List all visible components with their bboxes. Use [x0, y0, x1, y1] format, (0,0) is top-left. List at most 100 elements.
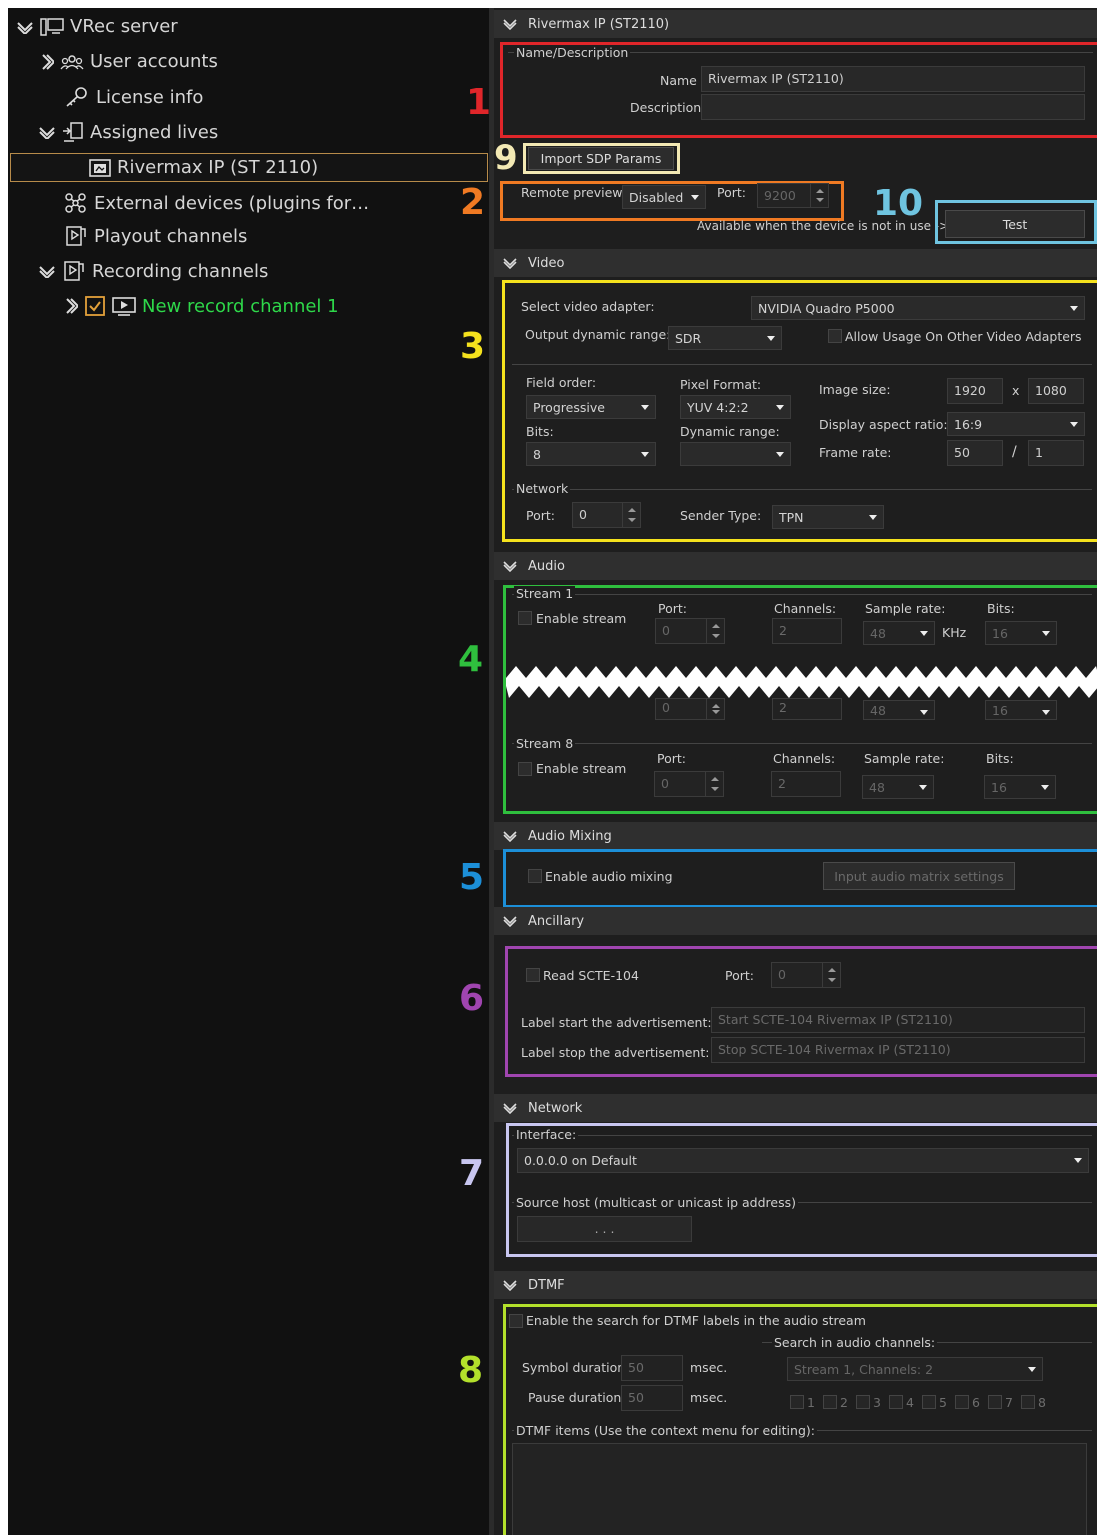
expand-chevron-icon[interactable] [38, 264, 56, 278]
image-width-field[interactable]: 1920 [947, 378, 1003, 404]
input-audio-matrix-button[interactable]: Input audio matrix settings [823, 862, 1015, 890]
chevron-right-icon[interactable] [40, 53, 54, 71]
stepper-arrows-icon[interactable] [622, 503, 640, 527]
allow-usage-checkbox[interactable] [828, 329, 842, 343]
stream8-bits-select[interactable]: 16 [984, 775, 1056, 799]
expand-chevron-icon[interactable] [38, 125, 56, 139]
stream1-sample-rate-select[interactable]: 48 [863, 621, 935, 645]
tree-node-server[interactable]: VRec server [16, 16, 178, 37]
ancillary-port-label: Port: [725, 968, 754, 983]
dtmf-items-list[interactable] [512, 1443, 1087, 1535]
stream-partial-sample-rate-select[interactable]: 48 [863, 700, 935, 720]
stream8-enable-checkbox[interactable] [518, 762, 532, 776]
dynamic-range-select[interactable] [680, 442, 791, 466]
dtmf-channel-4-checkbox[interactable] [889, 1395, 903, 1409]
import-sdp-button[interactable]: Import SDP Params [528, 147, 674, 170]
collapse-chevron-icon[interactable] [502, 560, 518, 572]
output-dynamic-range-select[interactable]: SDR [668, 326, 782, 350]
search-channels-select[interactable]: Stream 1, Channels: 2 [787, 1357, 1043, 1381]
pause-duration-field[interactable]: 50 [621, 1385, 683, 1411]
stepper-arrows-icon[interactable] [706, 619, 724, 643]
stream-partial-channels-field[interactable]: 2 [772, 698, 842, 720]
stepper-arrows-icon[interactable] [706, 699, 724, 719]
stream-partial-bits-select[interactable]: 16 [985, 700, 1057, 720]
stream8-channels-field[interactable]: 2 [771, 771, 841, 797]
stream8-port-stepper[interactable]: 0 [654, 771, 724, 797]
tree-node-new-record-channel[interactable]: New record channel 1 [64, 295, 339, 317]
dtmf-enable-checkbox[interactable] [509, 1314, 523, 1328]
image-height-field[interactable]: 1080 [1028, 378, 1084, 404]
bits-select[interactable]: 8 [526, 442, 656, 466]
dtmf-channel-8-checkbox[interactable] [1021, 1395, 1035, 1409]
bits-label: Bits: [526, 424, 554, 439]
dtmf-channel-2-checkbox[interactable] [823, 1395, 837, 1409]
collapse-chevron-icon[interactable] [502, 1102, 518, 1114]
video-port-value: 0 [579, 507, 587, 522]
tree-node-rivermax[interactable]: Rivermax IP (ST 2110) [10, 153, 488, 182]
dtmf-channel-3-checkbox[interactable] [856, 1395, 870, 1409]
source-host-field[interactable]: . . . [517, 1216, 692, 1242]
stepper-arrows-icon[interactable] [810, 184, 828, 207]
assigned-lives-icon [63, 122, 83, 142]
dtmf-channel-1-checkbox[interactable] [790, 1395, 804, 1409]
tree-node-external-devices[interactable]: External devices (plugins for… [64, 192, 369, 214]
stream1-channels-field[interactable]: 2 [772, 618, 842, 644]
dtmf-channel-7-checkbox[interactable] [988, 1395, 1002, 1409]
collapse-chevron-icon[interactable] [502, 915, 518, 927]
stream-partial-port-value: 0 [662, 700, 670, 715]
dtmf-channel-6-checkbox[interactable] [955, 1395, 969, 1409]
stream1-enable-checkbox[interactable] [518, 611, 532, 625]
section-header-video[interactable]: Video [494, 249, 1097, 277]
description-field[interactable] [701, 94, 1085, 120]
test-button[interactable]: Test [945, 210, 1085, 238]
name-field[interactable]: Rivermax IP (ST2110) [701, 66, 1085, 92]
tree-node-license-info[interactable]: License info [64, 86, 203, 108]
dtmf-channel-5-checkbox[interactable] [922, 1395, 936, 1409]
stream8-sample-rate-select[interactable]: 48 [862, 775, 934, 799]
label-stop-ad-field[interactable]: Stop SCTE-104 Rivermax IP (ST2110) [711, 1037, 1085, 1063]
collapse-chevron-icon[interactable] [502, 830, 518, 842]
stream-partial-port-stepper[interactable]: 0 [655, 698, 725, 720]
interface-select[interactable]: 0.0.0.0 on Default [517, 1148, 1089, 1173]
read-scte-checkbox[interactable] [526, 968, 540, 982]
video-port-stepper[interactable]: 0 [572, 502, 641, 528]
ancillary-port-stepper[interactable]: 0 [771, 962, 841, 988]
symbol-duration-field[interactable]: 50 [621, 1355, 683, 1381]
field-order-select[interactable]: Progressive [526, 395, 656, 419]
chevron-right-icon[interactable] [64, 297, 78, 315]
name-description-group-label: Name/Description [514, 45, 631, 60]
display-aspect-ratio-select[interactable]: 16:9 [947, 412, 1085, 436]
frame-rate-numerator-field[interactable]: 50 [947, 440, 1003, 466]
video-adapter-select[interactable]: NVIDIA Quadro P5000 [751, 296, 1085, 320]
section-header-dtmf[interactable]: DTMF [494, 1271, 1097, 1299]
collapse-chevron-icon[interactable] [502, 257, 518, 269]
stepper-arrows-icon[interactable] [822, 963, 840, 987]
remote-preview-port-stepper[interactable]: 9200 [757, 183, 829, 208]
section-header-audio-mixing[interactable]: Audio Mixing [494, 822, 1097, 850]
stream1-bits-select[interactable]: 16 [985, 621, 1057, 645]
label-start-ad-label: Label start the advertisement: [521, 1015, 712, 1030]
stream1-port-stepper[interactable]: 0 [655, 618, 725, 644]
section-header-network[interactable]: Network [494, 1094, 1097, 1122]
checkbox-checked-icon[interactable] [84, 295, 106, 317]
annotation-3: 3 [460, 326, 486, 367]
stepper-arrows-icon[interactable] [705, 772, 723, 796]
section-header-audio[interactable]: Audio [494, 552, 1097, 580]
collapse-chevron-icon[interactable] [502, 1279, 518, 1291]
sender-type-select[interactable]: TPN [772, 505, 884, 529]
tree-node-assigned-lives[interactable]: Assigned lives [38, 121, 218, 143]
section-header-ancillary[interactable]: Ancillary [494, 907, 1097, 935]
remote-preview-select[interactable]: Disabled [622, 185, 706, 209]
collapse-chevron-icon[interactable] [502, 18, 518, 30]
pixel-format-select[interactable]: YUV 4:2:2 [680, 395, 791, 419]
section-title-audio-mixing: Audio Mixing [528, 828, 612, 844]
tree-node-recording-channels[interactable]: Recording channels [38, 260, 268, 282]
section-header-device[interactable]: Rivermax IP (ST2110) [494, 10, 1097, 38]
label-start-ad-field[interactable]: Start SCTE-104 Rivermax IP (ST2110) [711, 1007, 1085, 1033]
expand-chevron-icon[interactable] [16, 20, 34, 34]
pause-msec-label: msec. [690, 1390, 728, 1405]
enable-audio-mixing-checkbox[interactable] [528, 869, 542, 883]
tree-node-user-accounts[interactable]: User accounts [40, 51, 218, 72]
tree-node-playout-channels[interactable]: Playout channels [64, 225, 247, 247]
frame-rate-denominator-field[interactable]: 1 [1028, 440, 1084, 466]
